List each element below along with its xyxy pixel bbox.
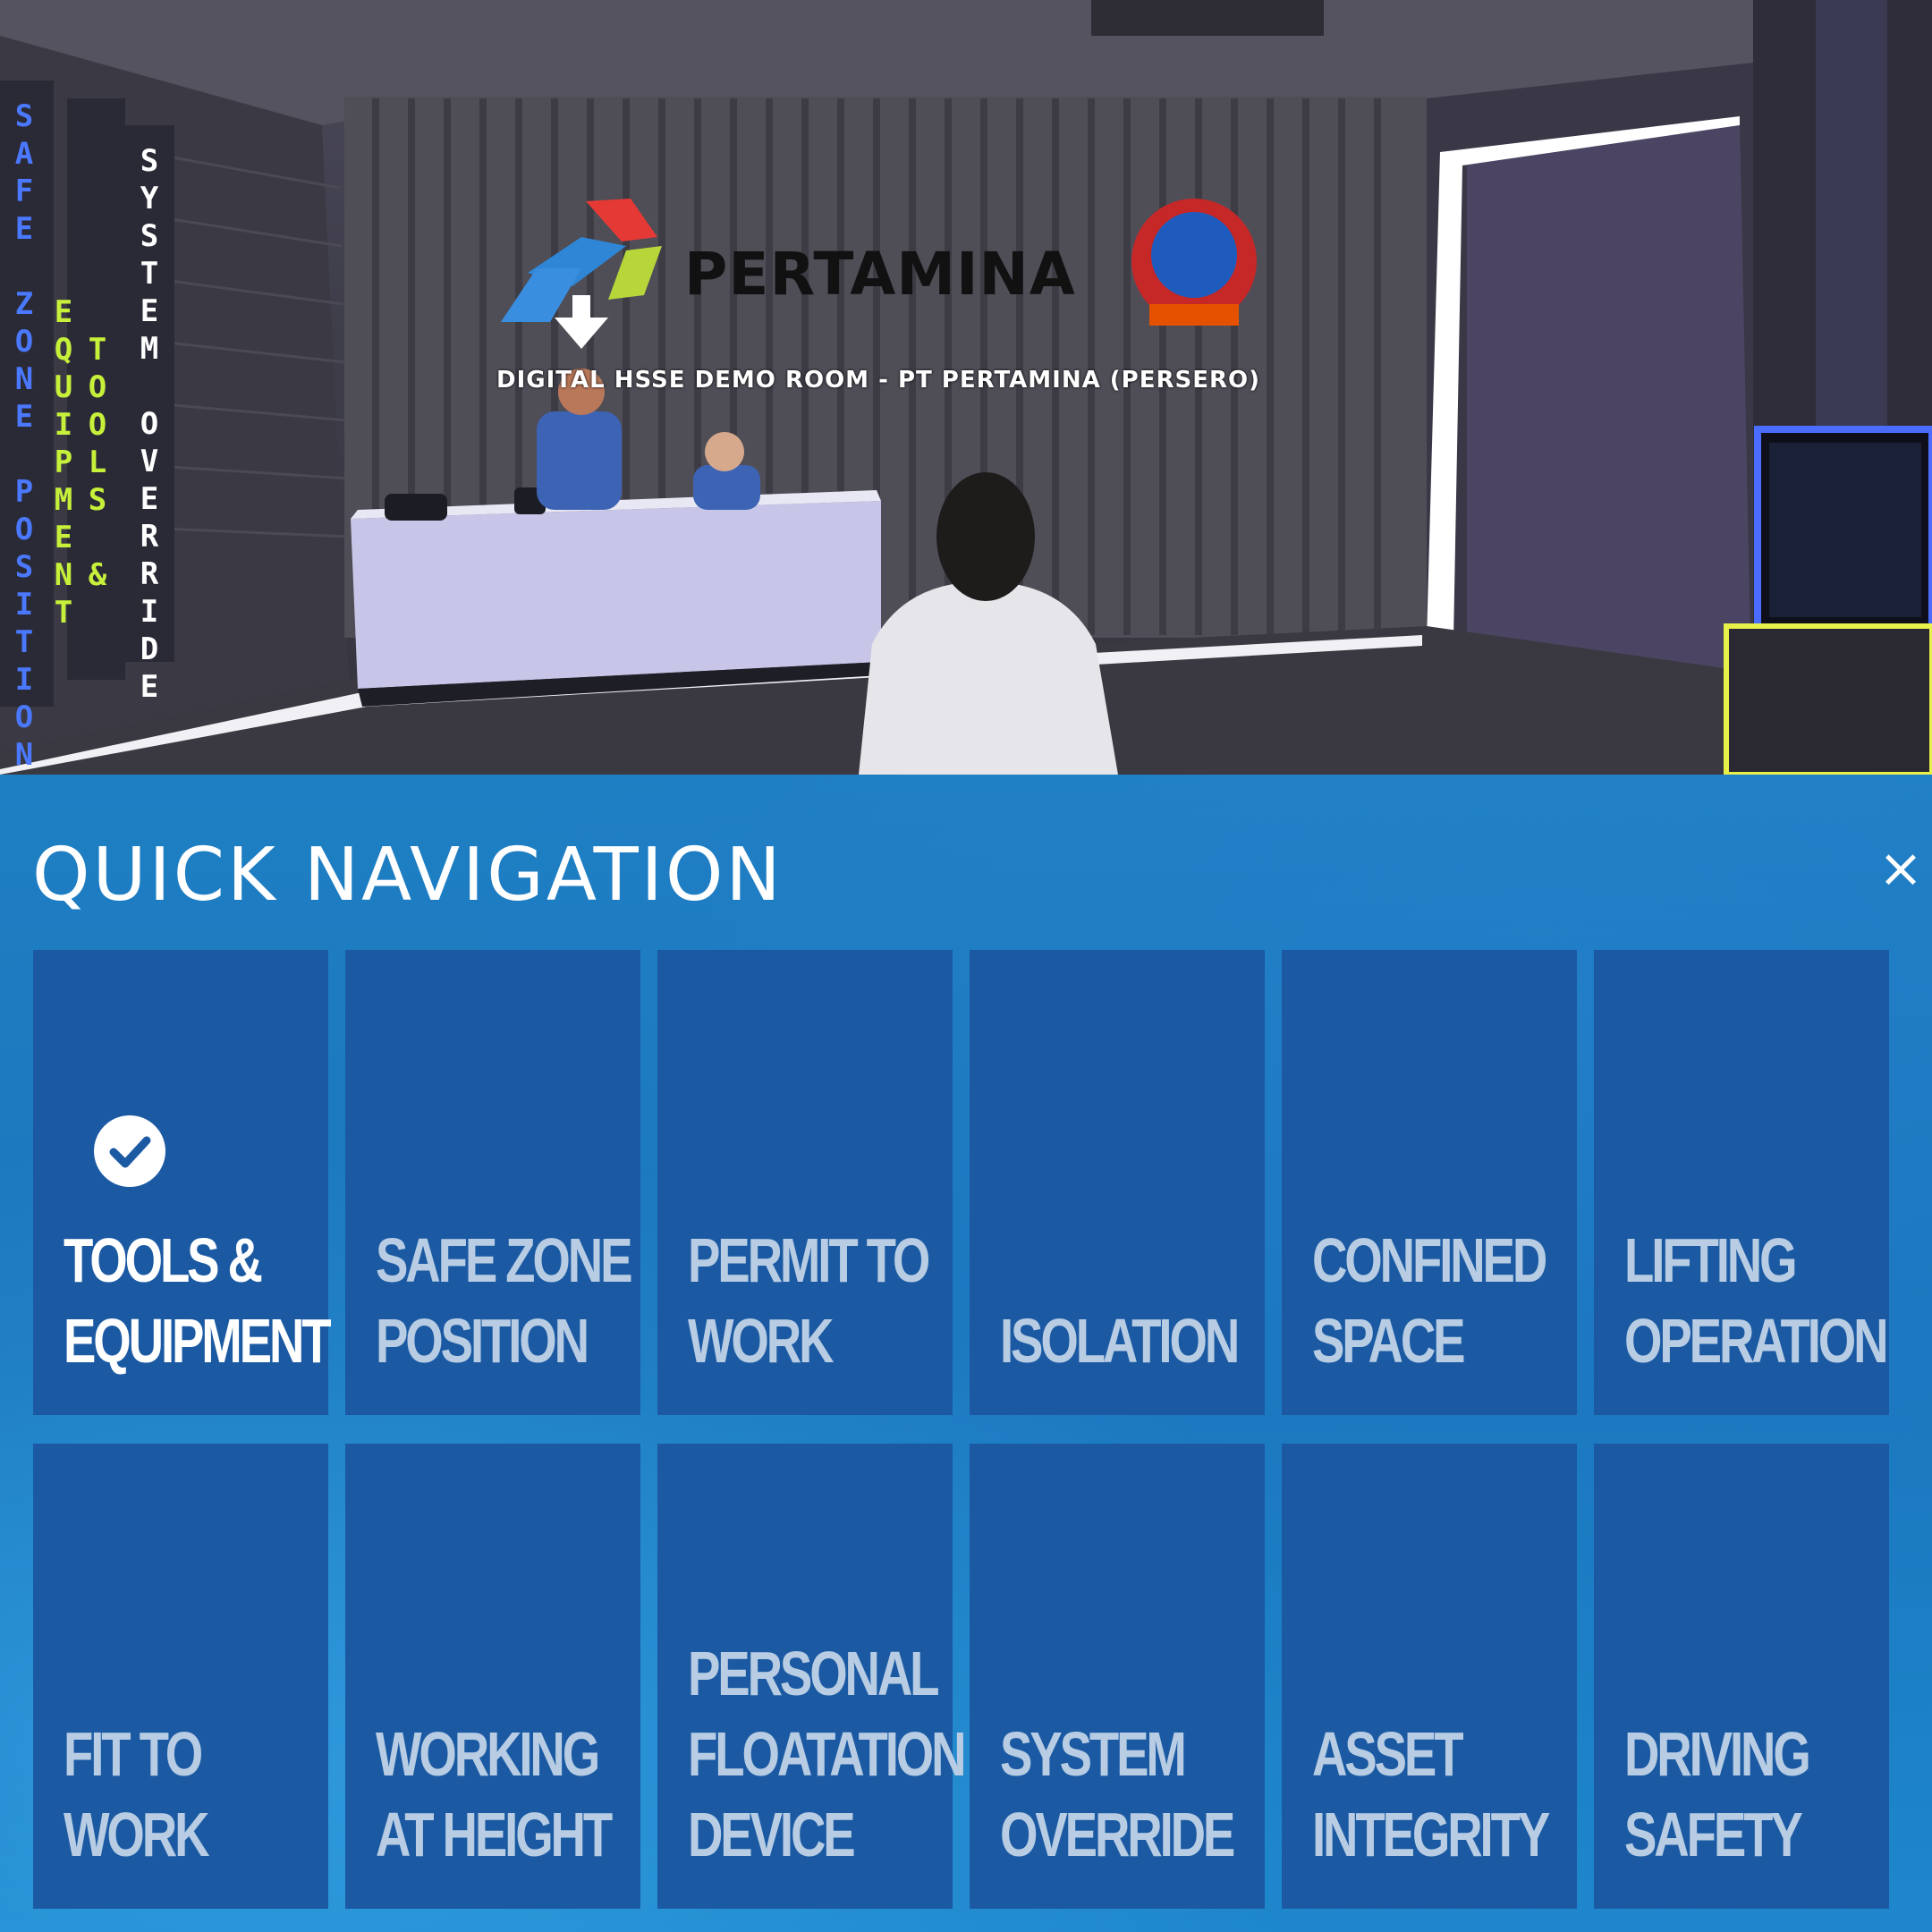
pertamina-wordmark: PERTAMINA	[684, 240, 1076, 309]
sign-safe-zone-position: SAFE ZONE POSITION	[6, 98, 42, 775]
tile-label: ASSET INTEGRITY	[1312, 1719, 1550, 1869]
tile-label: ISOLATION	[1000, 1306, 1240, 1376]
sign-tools-equipment: TOOLS & EQUIPMENT	[46, 294, 115, 632]
nav-tile-confined-space[interactable]: CONFINED SPACE	[1282, 950, 1577, 1415]
tile-label: WORKING AT HEIGHT	[376, 1719, 613, 1869]
tile-label: FIT TO WORK	[64, 1719, 210, 1869]
tile-label: DRIVING SAFETY	[1624, 1719, 1811, 1869]
nav-tile-safe-zone-position[interactable]: SAFE ZONE POSITION	[345, 950, 640, 1415]
checkmark-circle-icon	[94, 1115, 165, 1187]
nav-tile-driving-safety[interactable]: DRIVING SAFETY	[1594, 1444, 1889, 1909]
demo-room-caption: DIGITAL HSSE DEMO ROOM - PT PERTAMINA (P…	[496, 367, 1260, 394]
nav-tile-permit-to-work[interactable]: PERMIT TO WORK	[657, 950, 953, 1415]
nav-tile-system-override[interactable]: SYSTEM OVERRIDE	[970, 1444, 1265, 1909]
tile-label: CONFINED SPACE	[1312, 1225, 1547, 1376]
nav-tile-fit-to-work[interactable]: FIT TO WORK	[33, 1444, 328, 1909]
nav-tile-isolation[interactable]: ISOLATION	[970, 950, 1265, 1415]
tile-label: SYSTEM OVERRIDE	[1000, 1719, 1235, 1869]
nav-tile-tools-equipment[interactable]: TOOLS & EQUIPMENT	[33, 950, 332, 1415]
nav-tile-asset-integrity[interactable]: ASSET INTEGRITY	[1282, 1444, 1577, 1909]
panel-title: QUICK NAVIGATION	[32, 833, 784, 918]
quick-navigation-panel: QUICK NAVIGATION × TOOLS & EQUIPMENT SAF…	[0, 775, 1932, 1932]
tile-label: SAFE ZONE POSITION	[376, 1225, 633, 1376]
game-scene-view[interactable]: SAFE ZONE POSITION TOOLS & EQUIPMENT SYS…	[0, 0, 1932, 775]
close-icon: ×	[1877, 837, 1924, 900]
nav-tile-personal-floatation-device[interactable]: PERSONAL FLOATATION DEVICE	[657, 1444, 967, 1909]
tile-label: PERMIT TO WORK	[688, 1225, 930, 1376]
sign-system-override: SYSTEM OVERRIDE	[131, 143, 167, 707]
close-button[interactable]: ×	[1869, 837, 1932, 900]
tile-label: PERSONAL FLOATATION DEVICE	[688, 1639, 967, 1869]
tile-label: TOOLS & EQUIPMENT	[64, 1225, 332, 1376]
nav-tile-working-at-height[interactable]: WORKING AT HEIGHT	[345, 1444, 640, 1909]
nav-tile-lifting-operation[interactable]: LIFTING OPERATION	[1594, 950, 1889, 1415]
tile-label: LIFTING OPERATION	[1624, 1225, 1889, 1376]
